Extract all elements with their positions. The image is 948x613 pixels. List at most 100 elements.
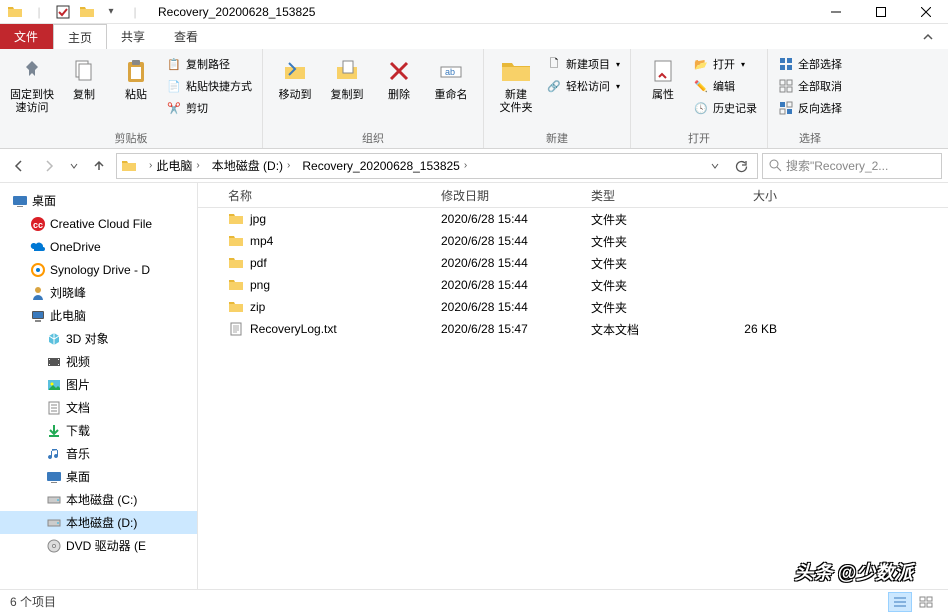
status-bar: 6 个项目: [0, 589, 948, 613]
breadcrumb-segment[interactable]: Recovery_20200628_153825›: [298, 159, 475, 173]
folder-icon: [228, 255, 244, 271]
ribbon-group-select: 全部选择 全部取消 反向选择 选择: [768, 49, 852, 148]
history-button[interactable]: 🕓历史记录: [691, 97, 759, 119]
nav-item[interactable]: 桌面: [0, 189, 197, 212]
open-button[interactable]: 📂打开▾: [691, 53, 759, 75]
paste-shortcut-button[interactable]: 📄粘贴快捷方式: [164, 75, 254, 97]
new-item-button[interactable]: 🗋新建项目▾: [544, 53, 622, 75]
list-row[interactable]: RecoveryLog.txt2020/6/28 15:47文本文档26 KB: [198, 318, 948, 340]
paste-button[interactable]: 粘贴: [112, 53, 160, 102]
list-row[interactable]: zip2020/6/28 15:44文件夹: [198, 296, 948, 318]
tab-share[interactable]: 共享: [107, 24, 160, 49]
new-item-icon: 🗋: [546, 56, 562, 72]
file-list[interactable]: jpg2020/6/28 15:44文件夹mp42020/6/28 15:44文…: [198, 208, 948, 589]
select-none-icon: [778, 78, 794, 94]
easy-access-button[interactable]: 🔗轻松访问▾: [544, 75, 622, 97]
edit-button[interactable]: ✏️编辑: [691, 75, 759, 97]
list-row[interactable]: pdf2020/6/28 15:44文件夹: [198, 252, 948, 274]
ribbon-group-organize: 移动到 复制到 删除 ab 重命名 组织: [263, 49, 484, 148]
tab-home[interactable]: 主页: [53, 24, 107, 49]
properties-icon: [647, 55, 679, 87]
ribbon: 固定到快 速访问 复制 粘贴 📋复制路径 📄粘贴快捷方式 ✂️剪切 剪贴板 移动…: [0, 49, 948, 149]
list-row[interactable]: png2020/6/28 15:44文件夹: [198, 274, 948, 296]
refresh-button[interactable]: [729, 155, 753, 177]
invert-selection-icon: [778, 100, 794, 116]
edit-icon: ✏️: [693, 78, 709, 94]
svg-text:ab: ab: [445, 67, 455, 77]
nav-item[interactable]: 本地磁盘 (D:): [0, 511, 197, 534]
copy-path-button[interactable]: 📋复制路径: [164, 53, 254, 75]
nav-item[interactable]: 下载: [0, 419, 197, 442]
back-button[interactable]: [6, 153, 32, 179]
list-row[interactable]: mp42020/6/28 15:44文件夹: [198, 230, 948, 252]
move-to-button[interactable]: 移动到: [271, 53, 319, 102]
nav-item[interactable]: 本地磁盘 (C:): [0, 488, 197, 511]
search-input[interactable]: 搜索"Recovery_2...: [762, 153, 942, 179]
disk-icon: [46, 515, 62, 531]
nav-item[interactable]: ccCreative Cloud File: [0, 212, 197, 235]
rename-button[interactable]: ab 重命名: [427, 53, 475, 102]
close-button[interactable]: [903, 0, 948, 24]
3d-icon: [46, 331, 62, 347]
music-icon: [46, 446, 62, 462]
svg-text:cc: cc: [33, 220, 43, 230]
address-bar-row: ›此电脑› 本地磁盘 (D:)› Recovery_20200628_15382…: [0, 149, 948, 183]
up-button[interactable]: [86, 153, 112, 179]
minimize-button[interactable]: [813, 0, 858, 24]
qat-dropdown-icon[interactable]: ▾: [100, 2, 122, 22]
folder-open-icon[interactable]: [76, 2, 98, 22]
new-folder-button[interactable]: 新建 文件夹: [492, 53, 540, 115]
breadcrumb-segment[interactable]: ›此电脑›: [141, 157, 208, 174]
nav-item[interactable]: 文档: [0, 396, 197, 419]
tab-file[interactable]: 文件: [0, 24, 53, 49]
user-icon: [30, 285, 46, 301]
maximize-button[interactable]: [858, 0, 903, 24]
nav-item[interactable]: 此电脑: [0, 304, 197, 327]
copy-to-icon: [331, 55, 363, 87]
easy-access-icon: 🔗: [546, 78, 562, 94]
nav-item[interactable]: DVD 驱动器 (E: [0, 534, 197, 557]
ribbon-collapse-button[interactable]: [908, 24, 948, 49]
recent-locations-button[interactable]: [66, 153, 82, 179]
desktop-icon: [12, 193, 28, 209]
address-dropdown-button[interactable]: [703, 155, 727, 177]
forward-button[interactable]: [36, 153, 62, 179]
nav-item[interactable]: OneDrive: [0, 235, 197, 258]
select-all-button[interactable]: 全部选择: [776, 53, 844, 75]
nav-item[interactable]: 图片: [0, 373, 197, 396]
copy-button[interactable]: 复制: [60, 53, 108, 102]
properties-button[interactable]: 属性: [639, 53, 687, 102]
tab-view[interactable]: 查看: [160, 24, 213, 49]
pin-to-quick-access-button[interactable]: 固定到快 速访问: [8, 53, 56, 115]
delete-icon: [383, 55, 415, 87]
thumbnails-view-button[interactable]: [914, 592, 938, 612]
copy-to-button[interactable]: 复制到: [323, 53, 371, 102]
shortcut-icon: 📄: [166, 78, 182, 94]
synology-icon: [30, 262, 46, 278]
title-bar: | ▾ | Recovery_20200628_153825: [0, 0, 948, 24]
nav-item[interactable]: 刘晓峰: [0, 281, 197, 304]
column-header-type[interactable]: 类型: [583, 187, 695, 204]
nav-item[interactable]: 3D 对象: [0, 327, 197, 350]
column-header-modified[interactable]: 修改日期: [433, 187, 583, 204]
navigation-pane[interactable]: 桌面ccCreative Cloud FileOneDriveSynology …: [0, 183, 198, 589]
pc-icon: [30, 308, 46, 324]
watermark-text: 头条 @少数派: [794, 558, 913, 585]
nav-item[interactable]: 视频: [0, 350, 197, 373]
details-view-button[interactable]: [888, 592, 912, 612]
delete-button[interactable]: 删除: [375, 53, 423, 102]
list-row[interactable]: jpg2020/6/28 15:44文件夹: [198, 208, 948, 230]
select-none-button[interactable]: 全部取消: [776, 75, 844, 97]
nav-item[interactable]: 音乐: [0, 442, 197, 465]
cut-button[interactable]: ✂️剪切: [164, 97, 254, 119]
invert-selection-button[interactable]: 反向选择: [776, 97, 844, 119]
address-bar[interactable]: ›此电脑› 本地磁盘 (D:)› Recovery_20200628_15382…: [116, 153, 758, 179]
column-header-name[interactable]: 名称: [198, 187, 433, 204]
nav-item[interactable]: 桌面: [0, 465, 197, 488]
breadcrumb-segment[interactable]: 本地磁盘 (D:)›: [208, 157, 299, 174]
nav-item[interactable]: Synology Drive - D: [0, 258, 197, 281]
quick-access-toolbar: | ▾ |: [0, 2, 150, 22]
checkbox-icon[interactable]: [52, 2, 74, 22]
docs-icon: [46, 400, 62, 416]
column-header-size[interactable]: 大小: [695, 187, 785, 204]
